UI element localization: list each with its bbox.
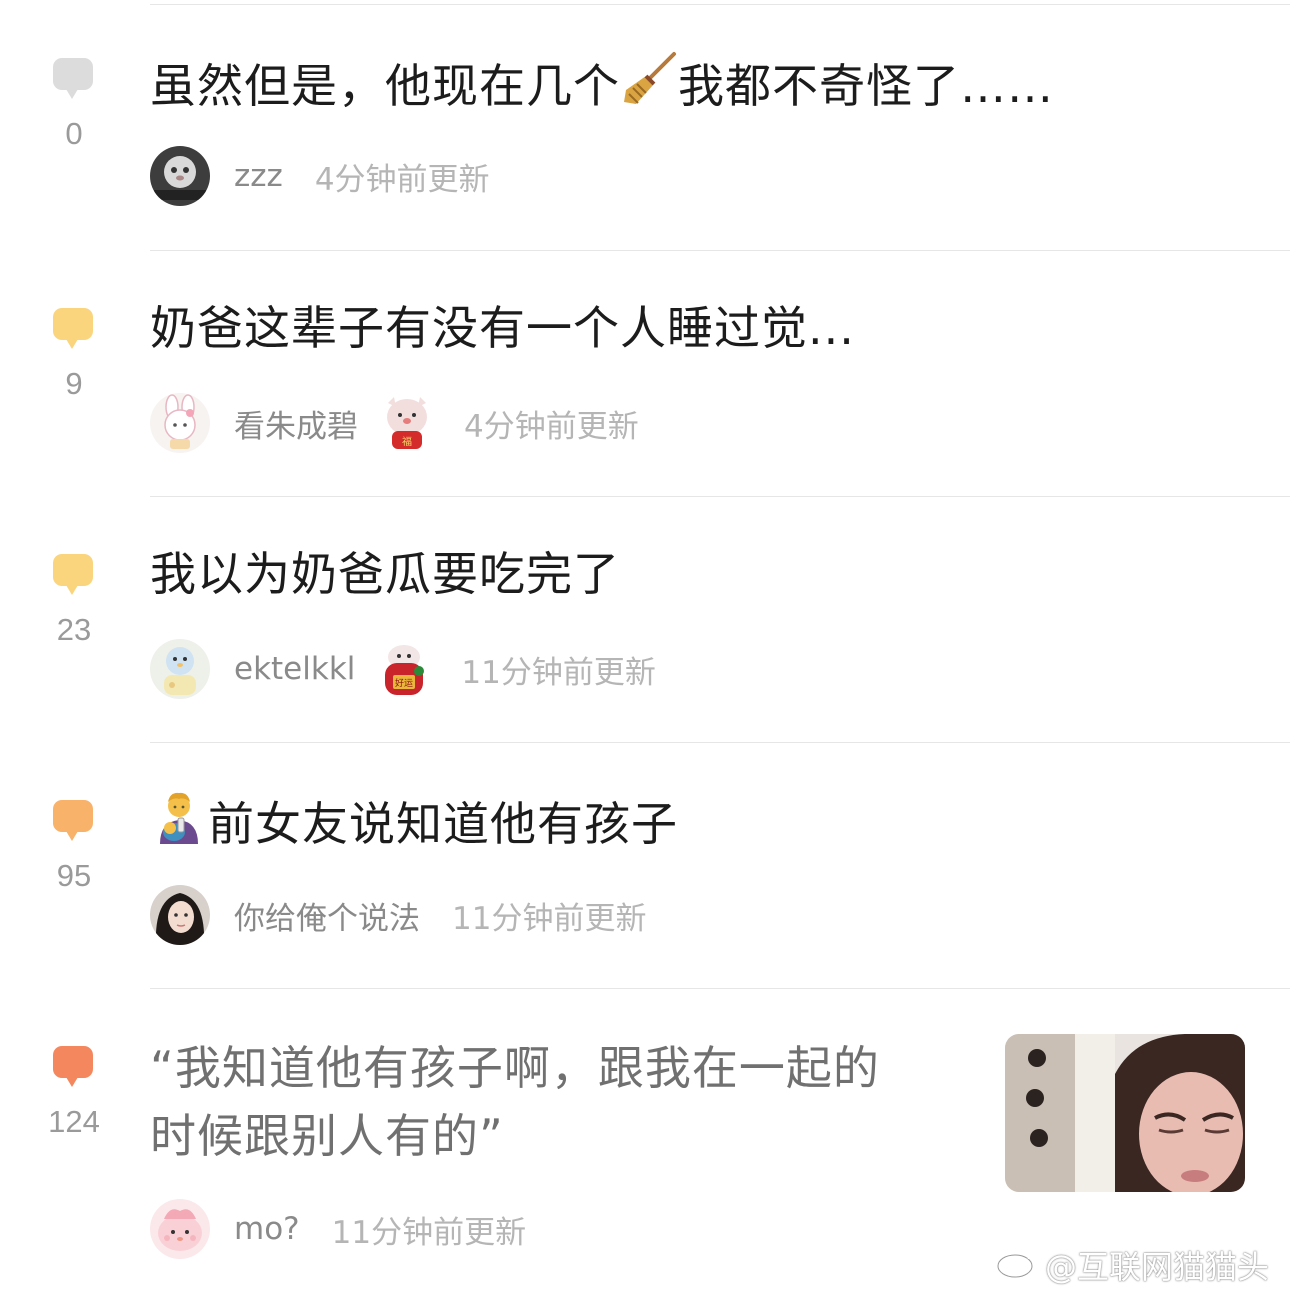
comment-count: 124 [48, 1104, 100, 1139]
update-time: 11分钟前更新 [331, 1214, 527, 1251]
avatar[interactable] [150, 639, 210, 699]
author-name[interactable]: 看朱成碧 [234, 401, 358, 446]
watermark-text: @互联网猫猫头 [1045, 1248, 1270, 1286]
divider [150, 742, 1290, 743]
comment-count: 0 [65, 116, 83, 151]
author-name[interactable]: mo? [234, 1211, 300, 1247]
avatar[interactable] [150, 1199, 210, 1259]
post-title[interactable]: 前女友说知道他有孩子 [150, 788, 678, 862]
update-time: 4分钟前更新 [314, 161, 490, 198]
comment-count: 23 [56, 612, 92, 647]
post-title-line[interactable]: 时候跟别人有的” [150, 1104, 504, 1168]
weibo-logo-icon [995, 1242, 1039, 1288]
update-time: 4分钟前更新 [464, 408, 639, 445]
update-time: 11分钟前更新 [452, 900, 647, 937]
post-meta: 你给俺个说法 11分钟前更新 [150, 884, 646, 946]
divider [150, 250, 1290, 251]
broom-icon [620, 50, 678, 124]
man-feeding-baby-icon [150, 788, 208, 862]
post-meta: mo? 11分钟前更新 [150, 1198, 526, 1260]
post-title[interactable]: 虽然但是，他现在几个 我都不奇怪了…… [150, 50, 1054, 124]
comment-bubble-icon [53, 800, 93, 841]
comment-count: 95 [56, 858, 92, 893]
comment-bubble-icon [53, 308, 93, 349]
post-title-line[interactable]: “我知道他有孩子啊，跟我在一起的 [150, 1036, 880, 1100]
svg-text:福: 福 [402, 435, 412, 448]
divider [150, 988, 1290, 989]
avatar[interactable] [150, 393, 210, 453]
post-title[interactable]: 奶爸这辈子有没有一个人睡过觉... [150, 296, 855, 360]
divider [150, 496, 1290, 497]
divider [150, 4, 1290, 5]
author-name[interactable]: 你给俺个说法 [234, 893, 420, 938]
post-thumbnail[interactable] [1005, 1034, 1245, 1192]
author-name[interactable]: zzz [234, 158, 283, 194]
update-time: 11分钟前更新 [461, 654, 656, 691]
watermark: @互联网猫猫头 [995, 1242, 1269, 1288]
lucky-bag-sticker-icon: 好运 [379, 641, 429, 697]
comment-bubble-icon [53, 554, 93, 595]
post-meta: 看朱成碧 福 4分钟前更新 [150, 392, 639, 454]
avatar[interactable] [150, 146, 210, 206]
comment-count: 9 [65, 366, 83, 401]
lucky-cat-sticker-icon: 福 [382, 395, 432, 451]
post-meta: ektelkkl 好运 11分钟前更新 [150, 638, 656, 700]
comment-bubble-icon [53, 58, 93, 99]
post-meta: zzz 4分钟前更新 [150, 145, 490, 207]
avatar[interactable] [150, 885, 210, 945]
post-title[interactable]: 我以为奶爸瓜要吃完了 [150, 542, 620, 606]
comment-bubble-icon [53, 1046, 93, 1087]
svg-text:好运: 好运 [395, 677, 413, 689]
author-name[interactable]: ektelkkl [234, 651, 355, 687]
